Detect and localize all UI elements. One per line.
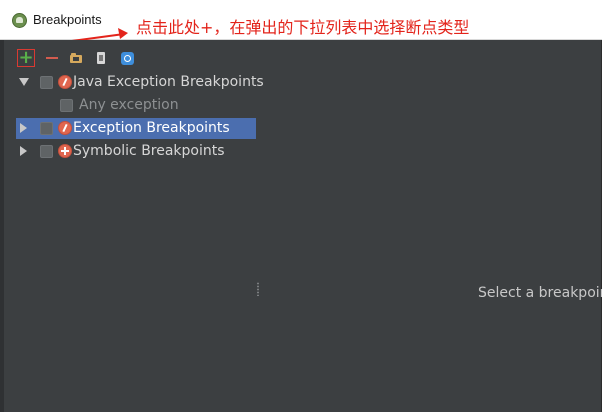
expanded-arrow-icon[interactable] [19, 78, 29, 86]
lightning-icon [58, 75, 72, 89]
document-icon [95, 52, 107, 64]
folder-body [70, 55, 82, 63]
collapsed-arrow-icon[interactable] [20, 146, 27, 156]
tree-item-exception-breakpoints[interactable]: Exception Breakpoints [16, 118, 256, 139]
tree-item-symbolic-breakpoints[interactable]: Symbolic Breakpoints [16, 141, 256, 162]
remove-breakpoint-button[interactable] [43, 49, 61, 67]
splitter-grip[interactable] [257, 282, 259, 296]
symbolic-icon [58, 144, 72, 158]
tree-item-label: Any exception [79, 97, 179, 113]
window-title: Breakpoints [33, 12, 102, 27]
breakpoint-settings-button[interactable] [118, 49, 136, 67]
symbolic-breakpoints-checkbox[interactable] [40, 145, 53, 158]
tree-item-label: Java Exception Breakpoints [73, 74, 264, 90]
add-breakpoint-button[interactable]: + [17, 49, 35, 67]
minus-icon [46, 57, 58, 59]
document-page [97, 52, 105, 64]
settings-icon [120, 51, 134, 65]
view-source-button[interactable] [92, 49, 110, 67]
breakpoints-dialog: Breakpoints 点击此处+，在弹出的下拉列表中选择断点类型 + Java… [0, 0, 602, 412]
folder-icon [70, 53, 82, 63]
plus-icon: + [18, 47, 34, 68]
tree-item-label: Exception Breakpoints [73, 120, 230, 136]
breakpoint-details-panel [260, 40, 602, 412]
group-breakpoints-button[interactable] [67, 49, 85, 67]
app-icon [12, 13, 27, 28]
any-exception-checkbox[interactable] [60, 99, 73, 112]
details-placeholder: Select a breakpoin [478, 285, 602, 301]
tree-item-any-exception[interactable]: Any exception [16, 95, 256, 116]
tree-item-label: Symbolic Breakpoints [73, 143, 225, 159]
tree-item-java-exception-breakpoints[interactable]: Java Exception Breakpoints [16, 72, 264, 93]
lightning-icon [58, 121, 72, 135]
java-exception-breakpoints-checkbox[interactable] [40, 76, 53, 89]
instruction-annotation: 点击此处+，在弹出的下拉列表中选择断点类型 [136, 18, 470, 37]
collapsed-arrow-icon[interactable] [20, 123, 27, 133]
exception-breakpoints-checkbox[interactable] [40, 122, 53, 135]
